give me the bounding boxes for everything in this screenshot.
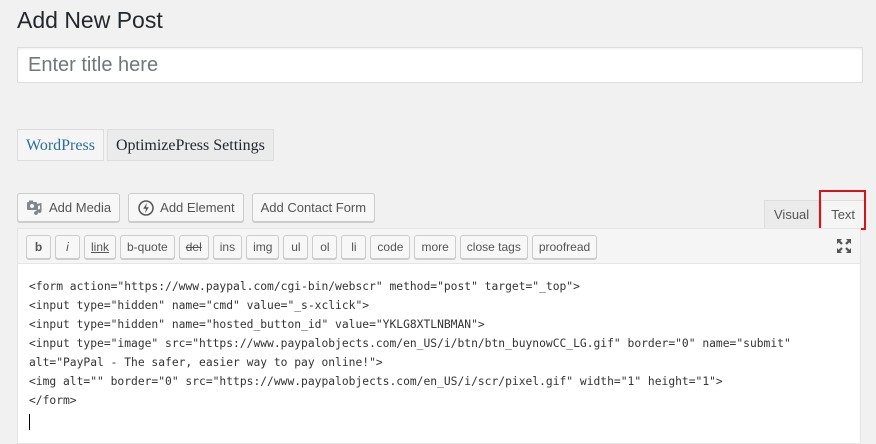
- media-buttons: Add Media Add Element Add Contact Form: [17, 193, 376, 222]
- code-line: <input type="image" src="https://www.pay…: [29, 337, 791, 350]
- quicktag-proofread-button[interactable]: proofread: [531, 235, 598, 259]
- fullscreen-expand-icon[interactable]: [835, 237, 853, 255]
- quicktag-more-button[interactable]: more: [414, 235, 456, 259]
- quicktag-blockquote-button[interactable]: b-quote: [120, 235, 175, 259]
- quicktag-ul-button[interactable]: ul: [283, 235, 309, 259]
- quicktag-ins-button[interactable]: ins: [212, 235, 243, 259]
- add-media-button[interactable]: Add Media: [17, 193, 121, 222]
- quicktag-bold-button[interactable]: b: [26, 235, 51, 259]
- code-line: <input type="hidden" name="cmd" value="_…: [29, 299, 370, 312]
- camera-music-icon: [26, 199, 44, 217]
- tab-visual[interactable]: Visual: [764, 200, 820, 228]
- code-line: <img alt="" border="0" src="https://www.…: [29, 375, 723, 388]
- tab-text[interactable]: Text: [821, 200, 866, 228]
- power-circle-icon: [137, 199, 155, 217]
- post-title-input[interactable]: [18, 48, 862, 82]
- quicktag-del-button[interactable]: del: [178, 235, 209, 259]
- quicktag-code-button[interactable]: code: [370, 235, 411, 259]
- code-line: alt="PayPal - The safer, easier way to p…: [29, 356, 383, 369]
- add-contact-form-button[interactable]: Add Contact Form: [251, 193, 376, 222]
- quicktag-li-button[interactable]: li: [341, 235, 367, 259]
- code-line: <form action="https://www.paypal.com/cgi…: [29, 280, 580, 293]
- add-element-button[interactable]: Add Element: [128, 193, 244, 222]
- quicktag-italic-button[interactable]: i: [55, 235, 80, 259]
- tab-optimizepress-settings[interactable]: OptimizePress Settings: [106, 129, 274, 161]
- code-line: </form>: [29, 394, 77, 407]
- page-title: Add New Post: [17, 7, 163, 33]
- add-element-label: Add Element: [160, 200, 235, 215]
- tab-wordpress[interactable]: WordPress: [17, 129, 104, 161]
- title-field-container: [17, 47, 863, 83]
- text-cursor: [29, 414, 30, 430]
- quicktag-img-button[interactable]: img: [246, 235, 280, 259]
- quicktag-ol-button[interactable]: ol: [312, 235, 338, 259]
- quicktag-close-tags-button[interactable]: close tags: [459, 235, 528, 259]
- add-contact-form-label: Add Contact Form: [260, 200, 367, 215]
- add-media-label: Add Media: [49, 200, 112, 215]
- code-line: <input type="hidden" name="hosted_button…: [29, 318, 485, 331]
- builder-tabs: WordPress OptimizePress Settings: [17, 129, 274, 161]
- quicktag-link-button[interactable]: link: [84, 235, 117, 259]
- editor-tabs: Visual Text: [764, 200, 866, 228]
- html-editor-textarea[interactable]: <form action="https://www.paypal.com/cgi…: [17, 264, 861, 444]
- quicktags-toolbar: b i link b-quote del ins img ul ol li co…: [17, 228, 861, 264]
